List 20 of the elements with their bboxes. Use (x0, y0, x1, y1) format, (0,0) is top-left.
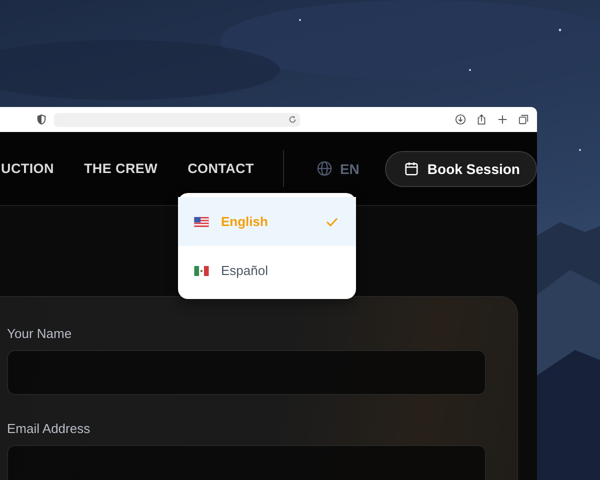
share-icon[interactable] (476, 114, 487, 125)
calendar-icon (404, 161, 420, 176)
nav-link[interactable]: CONTACT (188, 161, 254, 176)
download-icon[interactable] (455, 114, 466, 125)
book-session-button[interactable]: Book Session (385, 150, 537, 186)
plus-icon[interactable] (497, 114, 508, 125)
tabs-icon[interactable] (518, 114, 529, 125)
check-icon (326, 216, 338, 226)
input-field[interactable] (7, 445, 486, 480)
language-option[interactable]: Español (178, 246, 356, 295)
field-label: Your Name (7, 326, 73, 341)
reload-icon[interactable] (288, 115, 297, 124)
nav-link[interactable]: UCTION (1, 161, 54, 176)
globe-icon (316, 161, 332, 176)
shield-icon[interactable] (37, 114, 46, 125)
flag-icon (194, 266, 209, 276)
flag-icon (194, 216, 209, 226)
input-field[interactable] (7, 350, 486, 395)
field-label: Email Address (7, 421, 92, 436)
nav-link[interactable]: THE CREW (84, 161, 158, 176)
